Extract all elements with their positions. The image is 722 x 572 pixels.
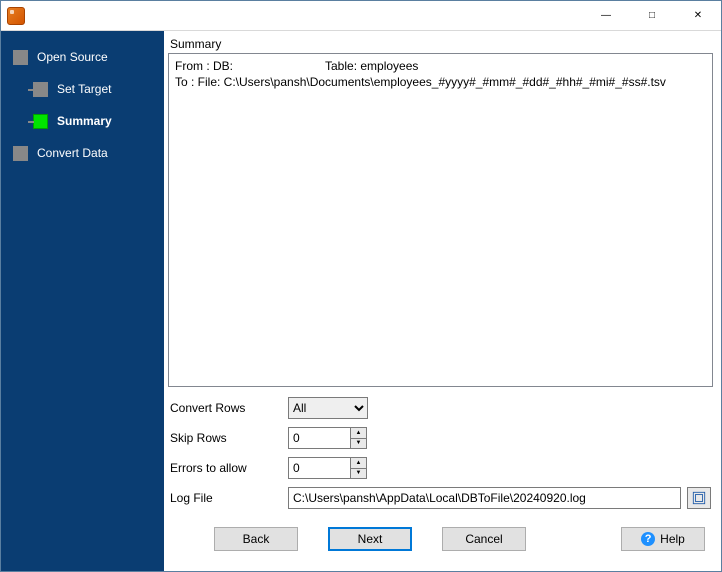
titlebar: — □ ✕	[1, 1, 721, 31]
window: — □ ✕ Open Source Set Target Summary Con…	[0, 0, 722, 572]
input-errors-allow[interactable]	[288, 457, 350, 479]
select-convert-rows[interactable]: All	[288, 397, 368, 419]
browse-log-button[interactable]	[687, 487, 711, 509]
browse-icon	[692, 491, 706, 505]
row-skip-rows: Skip Rows ▲ ▼	[170, 425, 711, 451]
errors-down[interactable]: ▼	[350, 468, 367, 480]
input-log-file[interactable]	[288, 487, 681, 509]
help-button[interactable]: ? Help	[621, 527, 705, 551]
nav-label: Open Source	[37, 50, 108, 64]
nav-summary[interactable]: Summary	[1, 105, 164, 137]
wizard-nav: Open Source Set Target Summary Convert D…	[1, 31, 164, 571]
content-pane: Summary From : DB: Table: employees To :…	[164, 31, 721, 571]
nav-label: Set Target	[57, 82, 111, 96]
minimize-button[interactable]: —	[583, 1, 629, 30]
close-button[interactable]: ✕	[675, 1, 721, 30]
next-button[interactable]: Next	[328, 527, 412, 551]
nav-label: Summary	[57, 114, 112, 128]
label-errors-allow: Errors to allow	[170, 461, 288, 475]
nav-open-source[interactable]: Open Source	[1, 41, 164, 73]
summary-text: From : DB: Table: employees To : File: C…	[168, 53, 713, 387]
summary-from: From : DB:	[175, 58, 325, 74]
app-icon	[7, 7, 25, 25]
back-button[interactable]: Back	[214, 527, 298, 551]
nav-set-target[interactable]: Set Target	[1, 73, 164, 105]
summary-table: Table: employees	[325, 58, 418, 74]
skip-rows-down[interactable]: ▼	[350, 438, 367, 450]
button-bar: Back Next Cancel ? Help	[168, 515, 713, 563]
errors-up[interactable]: ▲	[350, 457, 367, 468]
maximize-button[interactable]: □	[629, 1, 675, 30]
row-errors-allow: Errors to allow ▲ ▼	[170, 455, 711, 481]
row-log-file: Log File	[170, 485, 711, 511]
nav-convert-data[interactable]: Convert Data	[1, 137, 164, 169]
cancel-button[interactable]: Cancel	[442, 527, 526, 551]
label-convert-rows: Convert Rows	[170, 401, 288, 415]
label-skip-rows: Skip Rows	[170, 431, 288, 445]
skip-rows-up[interactable]: ▲	[350, 427, 367, 438]
help-icon: ?	[641, 532, 655, 546]
summary-to: To : File: C:\Users\pansh\Documents\empl…	[175, 74, 706, 90]
step-icon	[33, 114, 48, 129]
input-skip-rows[interactable]	[288, 427, 350, 449]
step-icon	[33, 82, 48, 97]
step-icon	[13, 146, 28, 161]
row-convert-rows: Convert Rows All	[170, 395, 711, 421]
summary-heading: Summary	[170, 37, 713, 51]
step-icon	[13, 50, 28, 65]
nav-label: Convert Data	[37, 146, 108, 160]
label-log-file: Log File	[170, 491, 288, 505]
